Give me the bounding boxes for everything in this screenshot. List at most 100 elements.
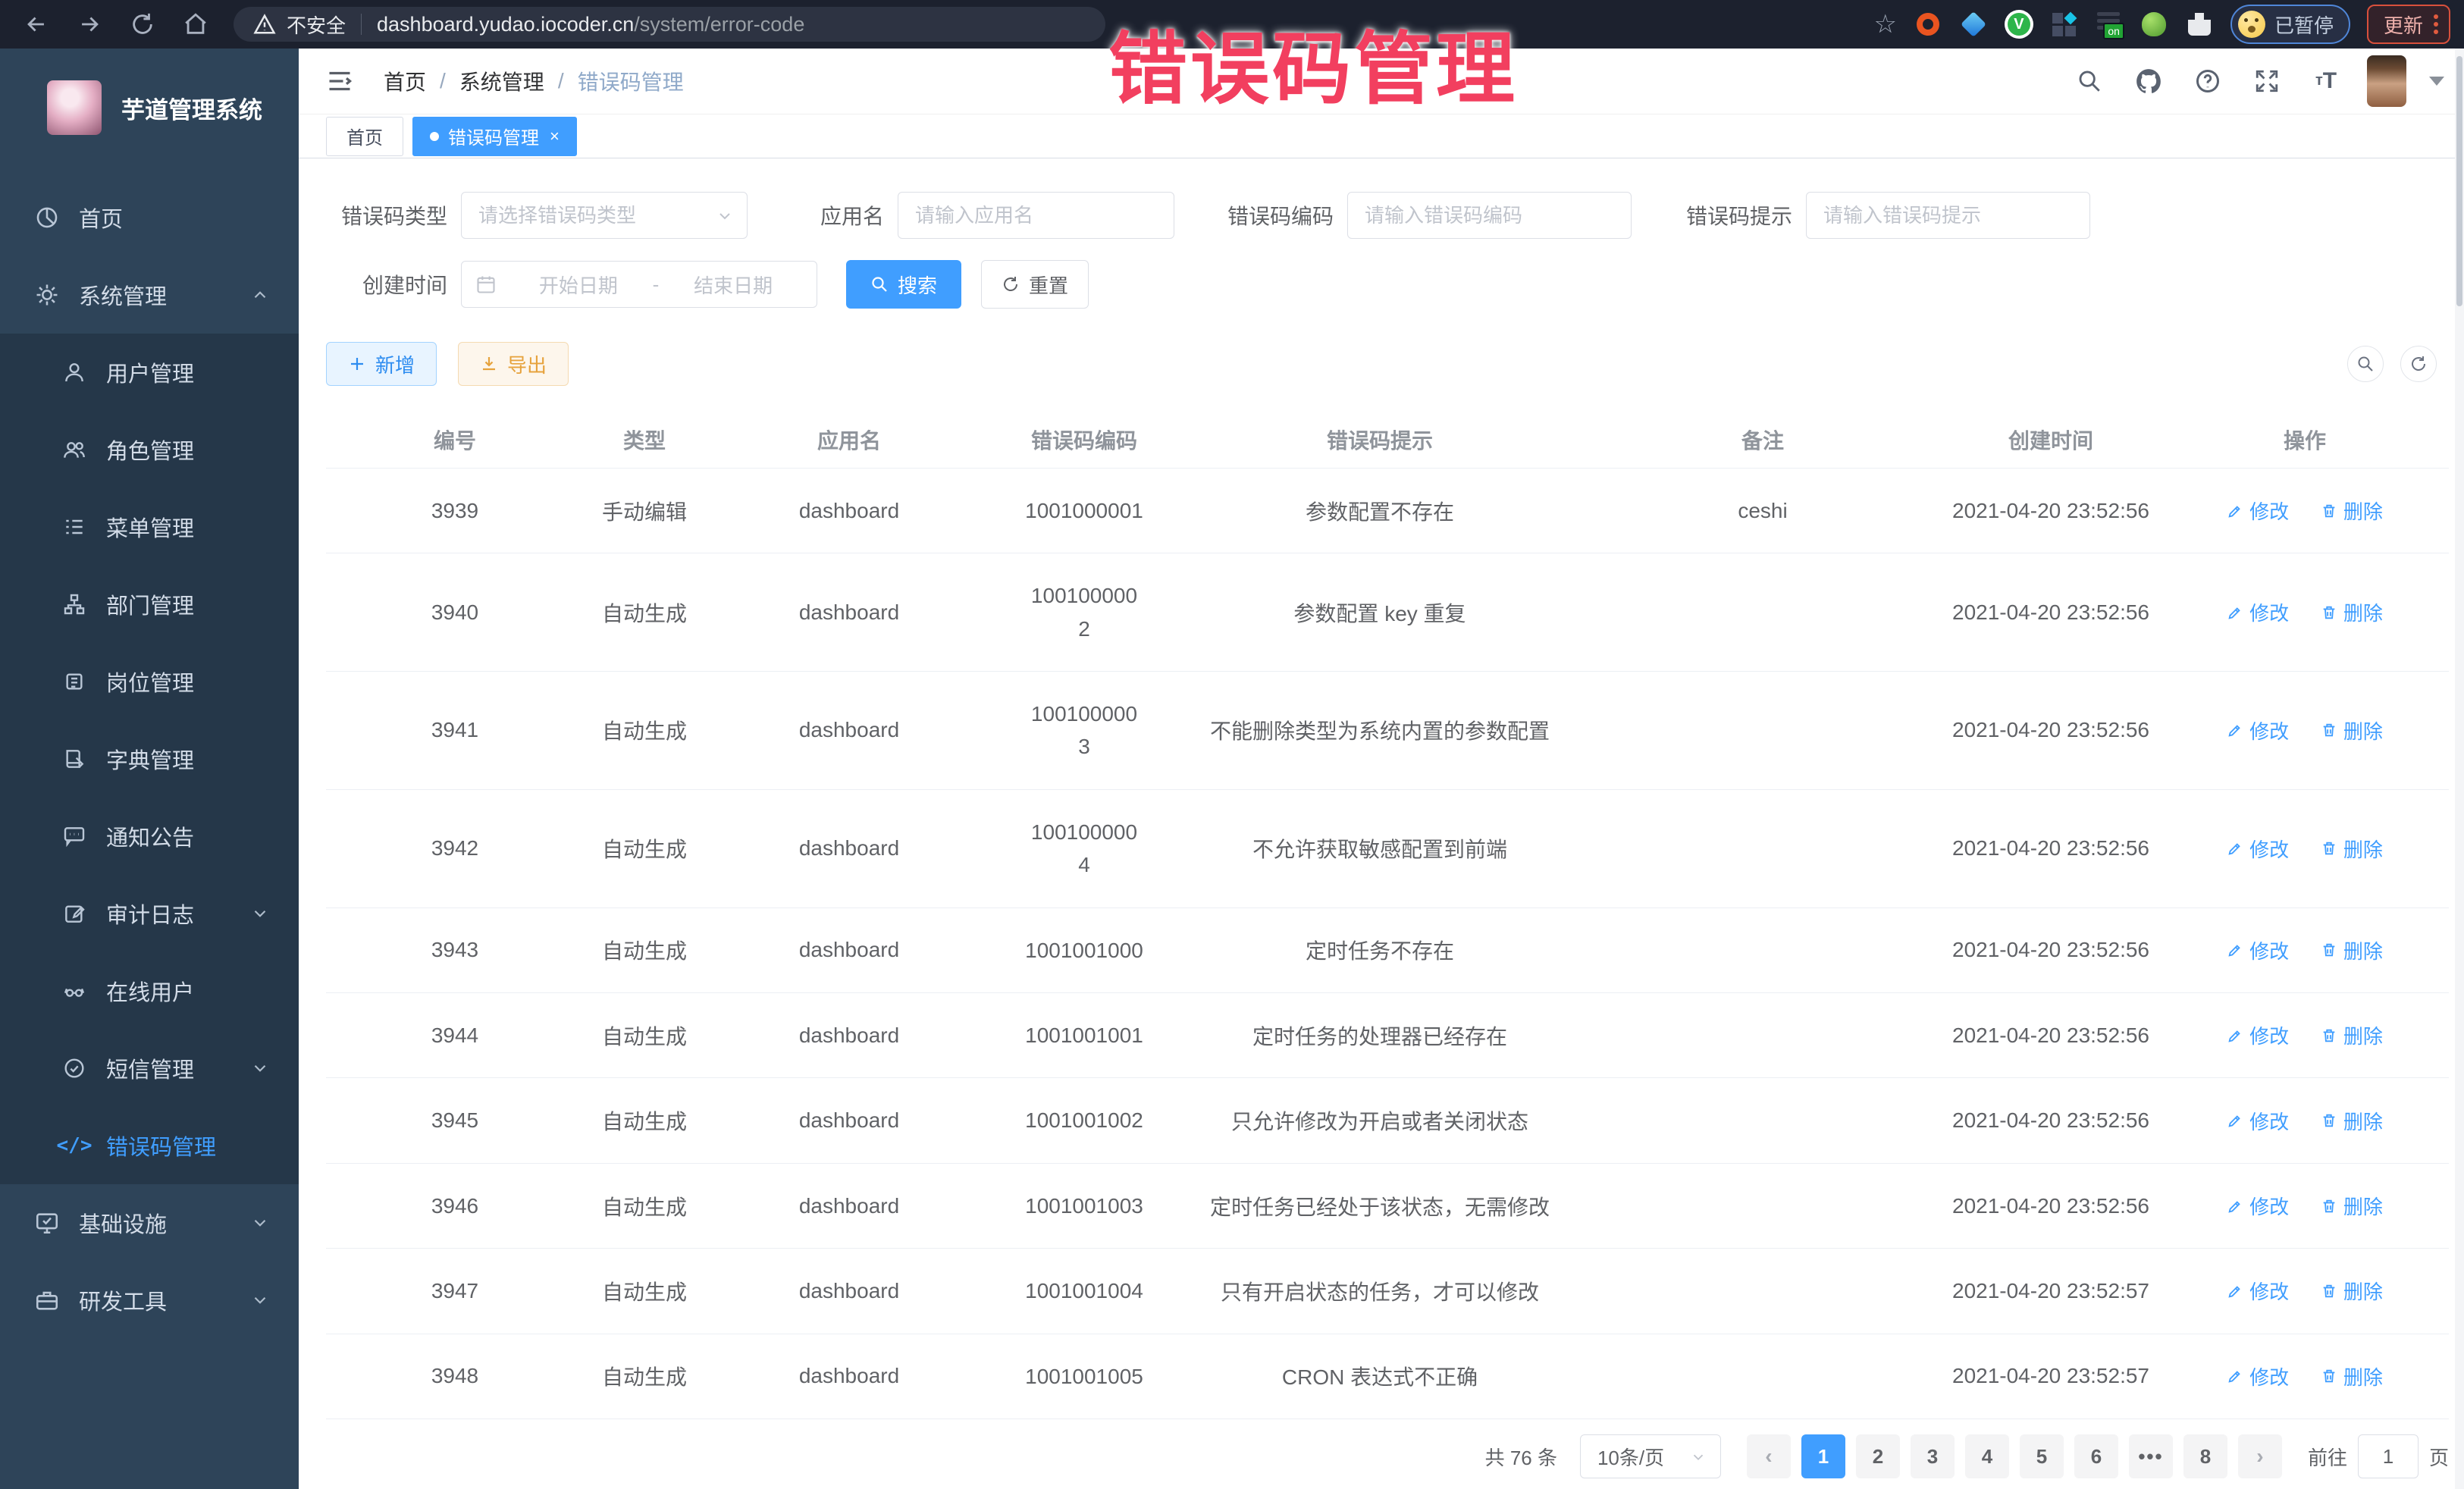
extension-icon-orange-ring[interactable] (1914, 10, 1942, 39)
address-bar[interactable]: 不安全 dashboard.yudao.iocoder.cn /system/e… (234, 7, 1105, 42)
toggle-search-icon[interactable] (2347, 346, 2384, 382)
filter-app-input[interactable] (898, 192, 1174, 239)
delete-link[interactable]: 删除 (2321, 835, 2383, 863)
next-page-button[interactable]: › (2238, 1434, 2282, 1478)
page-scrollbar[interactable] (2455, 49, 2464, 1489)
edit-link[interactable]: 修改 (2227, 1192, 2289, 1220)
cell-code: 100100000 4 (993, 789, 1175, 908)
sidebar-item-notices[interactable]: 通知公告 (0, 798, 299, 875)
sidebar-item-online-users[interactable]: 在线用户 (0, 952, 299, 1030)
user-avatar[interactable] (2367, 55, 2406, 107)
sidebar-item-error-codes[interactable]: </> 错误码管理 (0, 1107, 299, 1184)
edit-link[interactable]: 修改 (2227, 1277, 2289, 1305)
page-button-5[interactable]: 5 (2020, 1434, 2064, 1478)
prev-page-button[interactable]: ‹ (1747, 1434, 1791, 1478)
back-icon[interactable] (20, 8, 53, 41)
people-icon (59, 437, 89, 462)
edit-link[interactable]: 修改 (2227, 716, 2289, 744)
page-button-4[interactable]: 4 (1965, 1434, 2009, 1478)
delete-link[interactable]: 删除 (2321, 1192, 2383, 1220)
sidebar-item-home[interactable]: 首页 (0, 179, 299, 256)
page-button-8[interactable]: 8 (2183, 1434, 2227, 1478)
font-size-icon[interactable]: тT (2308, 63, 2344, 99)
reload-icon[interactable] (126, 8, 159, 41)
delete-link[interactable]: 删除 (2321, 1277, 2383, 1305)
delete-link[interactable]: 删除 (2321, 716, 2383, 744)
extension-icon-grid[interactable] (2050, 10, 2079, 39)
filter-msg-label: 错误码提示 (1679, 200, 1792, 230)
delete-link[interactable]: 删除 (2321, 1107, 2383, 1135)
sidebar-item-infrastructure[interactable]: 基础设施 (0, 1184, 299, 1262)
app-logo-row[interactable]: 芋道管理系统 (0, 49, 299, 158)
extension-icon-blue-gem[interactable] (1959, 10, 1988, 39)
edit-link[interactable]: 修改 (2227, 936, 2289, 964)
help-icon[interactable] (2190, 63, 2226, 99)
delete-link[interactable]: 删除 (2321, 598, 2383, 626)
sidebar-item-sms[interactable]: 短信管理 (0, 1030, 299, 1107)
date-range-picker[interactable]: 开始日期 - 结束日期 (461, 261, 817, 308)
add-button[interactable]: 新增 (326, 342, 437, 386)
extension-icon-green-creature[interactable] (2140, 10, 2168, 39)
date-end-placeholder[interactable]: 结束日期 (663, 271, 803, 299)
github-icon[interactable] (2130, 63, 2167, 99)
cell-type: 自动生成 (584, 1249, 705, 1334)
delete-link[interactable]: 删除 (2321, 1362, 2383, 1390)
delete-link[interactable]: 删除 (2321, 936, 2383, 964)
edit-link[interactable]: 修改 (2227, 1021, 2289, 1049)
edit-link[interactable]: 修改 (2227, 1107, 2289, 1135)
page-button-1[interactable]: 1 (1801, 1434, 1845, 1478)
page-size-select[interactable]: 10条/页 (1580, 1434, 1721, 1478)
forward-icon[interactable] (73, 8, 106, 41)
filter-type-select[interactable] (461, 192, 748, 239)
reset-button[interactable]: 重置 (981, 260, 1089, 309)
sidebar-item-dictionary[interactable]: 字典管理 (0, 720, 299, 798)
fullscreen-icon[interactable] (2249, 63, 2285, 99)
sidebar-toggle-icon[interactable] (326, 67, 353, 95)
breadcrumb-home[interactable]: 首页 (384, 66, 426, 96)
date-start-placeholder[interactable]: 开始日期 (509, 271, 648, 299)
extension-icon-green-v[interactable]: V (2005, 10, 2033, 39)
browser-menu-icon[interactable] (2434, 14, 2438, 34)
extension-icon-on-badge[interactable]: on (2096, 11, 2123, 38)
sidebar-item-posts[interactable]: 岗位管理 (0, 643, 299, 720)
extension-icon-puzzle[interactable] (2185, 10, 2214, 39)
home-icon[interactable] (179, 8, 212, 41)
sidebar-item-users[interactable]: 用户管理 (0, 334, 299, 411)
sidebar-item-dev-tools[interactable]: 研发工具 (0, 1262, 299, 1339)
header-search-icon[interactable] (2071, 63, 2108, 99)
sidebar-item-audit-log[interactable]: 审计日志 (0, 875, 299, 952)
breadcrumb-system[interactable]: 系统管理 (459, 66, 544, 96)
sidebar-item-departments[interactable]: 部门管理 (0, 566, 299, 643)
bookmark-star-icon[interactable]: ☆ (1873, 11, 1896, 37)
export-button[interactable]: 导出 (458, 342, 569, 386)
edit-link[interactable]: 修改 (2227, 1362, 2289, 1390)
browser-update-button[interactable]: 更新 (2367, 5, 2450, 44)
edit-link[interactable]: 修改 (2227, 835, 2289, 863)
edit-link[interactable]: 修改 (2227, 598, 2289, 626)
tab-home[interactable]: 首页 (326, 117, 403, 156)
tab-close-icon[interactable]: × (550, 127, 560, 146)
goto-page-input[interactable] (2358, 1434, 2419, 1478)
search-button[interactable]: 搜索 (846, 260, 961, 309)
user-icon (59, 360, 89, 384)
filter-code-input[interactable] (1347, 192, 1632, 239)
delete-link[interactable]: 删除 (2321, 497, 2383, 525)
delete-link[interactable]: 删除 (2321, 1021, 2383, 1049)
user-menu-caret-icon[interactable] (2429, 77, 2444, 86)
sidebar-item-system[interactable]: 系统管理 (0, 256, 299, 334)
page-button-6[interactable]: 6 (2074, 1434, 2118, 1478)
page-button-2[interactable]: 2 (1856, 1434, 1900, 1478)
page-ellipsis[interactable]: ••• (2129, 1434, 2173, 1478)
scrollbar-thumb[interactable] (2456, 56, 2462, 306)
tab-error-codes[interactable]: 错误码管理 × (412, 117, 577, 156)
sidebar-item-roles[interactable]: 角色管理 (0, 411, 299, 488)
goto-label: 前往 (2308, 1443, 2347, 1471)
profile-paused-badge[interactable]: 已暂停 (2230, 5, 2350, 44)
edit-link[interactable]: 修改 (2227, 497, 2289, 525)
refresh-icon[interactable] (2400, 346, 2437, 382)
security-label[interactable]: 不安全 (287, 11, 346, 39)
page-button-3[interactable]: 3 (1911, 1434, 1955, 1478)
filter-msg-input[interactable] (1806, 192, 2090, 239)
security-warning-icon[interactable] (253, 13, 276, 36)
sidebar-item-menus[interactable]: 菜单管理 (0, 488, 299, 566)
